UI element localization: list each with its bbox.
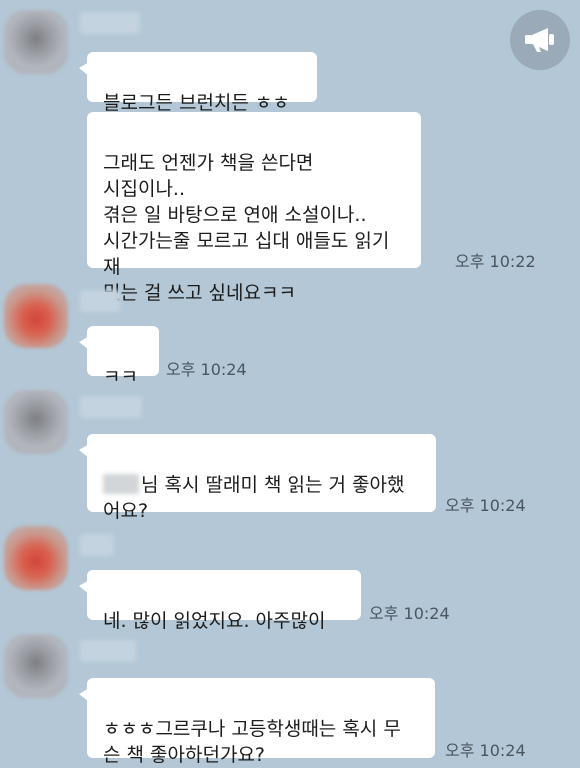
redacted-name xyxy=(103,474,139,494)
message-time: 오후 10:24 xyxy=(445,496,526,515)
message-text: 님 혹시 딸래미 책 읽는 거 좋아했 어요? xyxy=(103,474,405,522)
message-text: 네. 많이 읽었지요. 아주많이 xyxy=(103,610,326,632)
message-text: ㅋㅋ xyxy=(103,366,138,388)
avatar[interactable] xyxy=(4,390,68,454)
message-bubble[interactable]: ㅋㅋ xyxy=(79,326,159,388)
sender-name xyxy=(80,640,136,662)
message-bubble[interactable]: 그래도 언젠가 책을 쓴다면 시집이나.. 겪은 일 바탕으로 연애 소설이나.… xyxy=(87,112,421,304)
message-text: 블로그든 브런치든 ㅎㅎ xyxy=(103,92,290,114)
message-bubble[interactable]: 님 혹시 딸래미 책 읽는 거 좋아했 어요? xyxy=(79,434,436,522)
message-bubble[interactable]: 네. 많이 읽었지요. 아주많이 xyxy=(79,570,361,632)
avatar[interactable] xyxy=(4,526,68,590)
message-bubble[interactable]: ㅎㅎㅎ그르쿠나 고등학생때는 혹시 무 슨 책 좋아하던가요? xyxy=(79,678,435,766)
message-time: 오후 10:22 xyxy=(455,252,536,271)
chat-room: 블로그든 브런치든 ㅎㅎ 그래도 언젠가 책을 쓴다면 시집이나.. 겪은 일 … xyxy=(0,0,580,768)
sender-name xyxy=(80,534,114,556)
sender-name xyxy=(80,290,120,312)
avatar[interactable] xyxy=(4,284,68,348)
message-time: 오후 10:24 xyxy=(166,360,247,379)
message-text: 그래도 언젠가 책을 쓴다면 시집이나.. 겪은 일 바탕으로 연애 소설이나.… xyxy=(103,152,390,304)
announcement-button[interactable] xyxy=(510,10,570,70)
avatar[interactable] xyxy=(4,10,68,74)
sender-name xyxy=(80,12,140,34)
message-time: 오후 10:24 xyxy=(445,741,526,760)
message-text: ㅎㅎㅎ그르쿠나 고등학생때는 혹시 무 슨 책 좋아하던가요? xyxy=(103,718,401,766)
message-time: 오후 10:24 xyxy=(369,604,450,623)
message-bubble[interactable]: 블로그든 브런치든 ㅎㅎ xyxy=(79,52,317,114)
megaphone-icon xyxy=(525,28,554,52)
avatar[interactable] xyxy=(4,634,68,698)
sender-name xyxy=(80,396,142,418)
